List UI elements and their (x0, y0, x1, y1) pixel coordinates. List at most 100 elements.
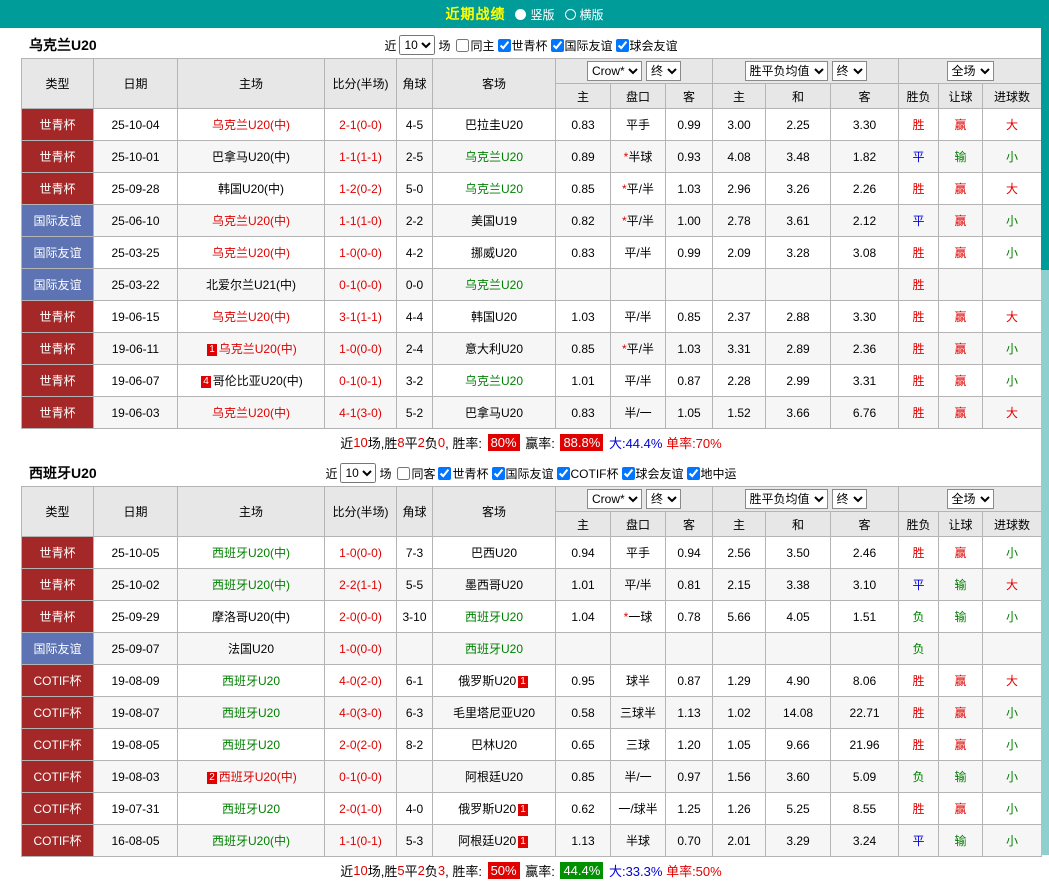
home-team: 法国U20 (178, 633, 325, 665)
home-handicap-odds: 0.89 (556, 141, 611, 173)
filter-option[interactable]: 球会友谊 (616, 37, 678, 54)
filter-option[interactable]: 国际友谊 (551, 37, 613, 54)
filter-option[interactable]: 地中运 (687, 465, 737, 482)
match-count-select[interactable]: 10 (399, 35, 435, 55)
away-team-name: 俄罗斯U20 (458, 802, 516, 816)
avg-final-select[interactable]: 终 (832, 61, 867, 81)
odds-final-select[interactable]: 终 (646, 489, 681, 509)
results-table: 类型 日期 主场 比分(半场) 角球 客场 Crow*终 胜平负均值终 全场 主… (21, 58, 1042, 429)
handicap-result-cell: 赢 (939, 301, 983, 333)
summary-text: 3 (438, 863, 445, 878)
corner-score: 6-1 (397, 665, 433, 697)
away-team: 俄罗斯U201 (433, 793, 556, 825)
away-handicap-odds: 0.94 (666, 537, 713, 569)
draw-odds: 3.66 (766, 397, 831, 429)
competition-type: 国际友谊 (22, 205, 94, 237)
scope-select[interactable]: 全场 (947, 61, 994, 81)
filter-near-label: 近 (325, 465, 337, 482)
match-count-select[interactable]: 10 (340, 463, 376, 483)
filter-checkbox[interactable] (397, 467, 410, 480)
filter-checkboxes: 同主世青杯国际友谊球会友谊 (453, 37, 677, 54)
match-row: 世青杯19-06-15乌克兰U20(中)3-1(1-1)4-4韩国U201.03… (22, 301, 1042, 333)
radio-selected-icon[interactable] (515, 9, 526, 20)
home-team: 乌克兰U20(中) (178, 237, 325, 269)
handicap-result-cell: 输 (939, 825, 983, 857)
home-team-name: 哥伦比亚U20(中) (213, 374, 303, 388)
odds-company-select[interactable]: Crow* (587, 489, 642, 509)
avg-odds-select[interactable]: 胜平负均值 (745, 61, 828, 81)
filter-checkbox[interactable] (557, 467, 570, 480)
scrollbar-thumb[interactable] (1041, 0, 1049, 270)
home-win-odds: 1.52 (713, 397, 766, 429)
col-header-goals: 进球数 (983, 84, 1042, 109)
layout-radio-vertical[interactable]: 竖版 (515, 6, 554, 23)
filter-checkbox[interactable] (492, 467, 505, 480)
competition-type: COTIF杯 (22, 825, 94, 857)
match-row: COTIF杯16-08-05西班牙U20(中)1-1(0-1)5-3阿根廷U20… (22, 825, 1042, 857)
summary-text: 大:44.4% (609, 433, 662, 452)
competition-type: COTIF杯 (22, 665, 94, 697)
home-team: 韩国U20(中) (178, 173, 325, 205)
result-cell: 胜 (899, 173, 939, 205)
odds-company-select[interactable]: Crow* (587, 61, 642, 81)
radio-unselected-icon[interactable] (565, 9, 576, 20)
col-header-pan: 盘口 (611, 84, 666, 109)
home-win-odds: 5.66 (713, 601, 766, 633)
scope-select-cell: 全场 (899, 59, 1042, 84)
col-header-away-win: 客 (831, 512, 899, 537)
odds-final-select[interactable]: 终 (646, 61, 681, 81)
red-card-badge: 1 (207, 344, 217, 356)
score: 1-2(0-2) (325, 173, 397, 205)
filter-checkbox[interactable] (622, 467, 635, 480)
filter-option[interactable]: COTIF杯 (557, 465, 619, 482)
avg-odds-select[interactable]: 胜平负均值 (745, 489, 828, 509)
score: 1-1(1-0) (325, 205, 397, 237)
home-win-odds: 4.08 (713, 141, 766, 173)
match-date: 16-08-05 (94, 825, 178, 857)
handicap-line (611, 633, 666, 665)
summary-text: 负 (425, 433, 438, 452)
away-win-odds: 1.82 (831, 141, 899, 173)
home-team: 4哥伦比亚U20(中) (178, 365, 325, 397)
draw-odds: 4.90 (766, 665, 831, 697)
layout-radio-horizontal[interactable]: 横版 (565, 6, 604, 23)
filter-checkbox[interactable] (438, 467, 451, 480)
filter-option[interactable]: 世青杯 (498, 37, 548, 54)
filter-option[interactable]: 世青杯 (438, 465, 488, 482)
filter-games-label: 场 (379, 465, 391, 482)
result-cell: 负 (899, 761, 939, 793)
filter-checkbox[interactable] (456, 39, 469, 52)
home-team: 乌克兰U20(中) (178, 109, 325, 141)
handicap-line: 三球 (611, 729, 666, 761)
away-handicap-odds: 0.87 (666, 665, 713, 697)
summary-text: 单率:70% (666, 433, 722, 452)
scope-select[interactable]: 全场 (947, 489, 994, 509)
filter-checkbox[interactable] (687, 467, 700, 480)
col-header-date: 日期 (94, 59, 178, 109)
avg-final-select[interactable]: 终 (832, 489, 867, 509)
filter-checkbox[interactable] (498, 39, 511, 52)
filter-checkbox[interactable] (551, 39, 564, 52)
match-row: 世青杯25-10-02西班牙U20(中)2-2(1-1)5-5墨西哥U201.0… (22, 569, 1042, 601)
home-handicap-odds: 1.13 (556, 825, 611, 857)
home-team-name: 西班牙U20(中) (212, 546, 290, 560)
home-team-name: 摩洛哥U20(中) (212, 610, 290, 624)
filter-checkbox[interactable] (616, 39, 629, 52)
result-cell: 平 (899, 141, 939, 173)
filter-option[interactable]: 国际友谊 (492, 465, 554, 482)
goals-result-cell: 小 (983, 697, 1042, 729)
away-team: 韩国U20 (433, 301, 556, 333)
summary-text: 50% (488, 862, 520, 879)
goals-result-cell: 小 (983, 793, 1042, 825)
scrollbar[interactable] (1041, 0, 1049, 855)
col-header-pan: 盘口 (611, 512, 666, 537)
filter-option[interactable]: 球会友谊 (622, 465, 684, 482)
away-team-name: 阿根廷U20 (458, 834, 516, 848)
match-date: 25-10-05 (94, 537, 178, 569)
handicap-line: *平/半 (611, 173, 666, 205)
filter-option[interactable]: 同客 (397, 465, 435, 482)
filter-option[interactable]: 同主 (456, 37, 494, 54)
draw-odds (766, 633, 831, 665)
corner-score: 3-2 (397, 365, 433, 397)
home-win-odds: 2.56 (713, 537, 766, 569)
